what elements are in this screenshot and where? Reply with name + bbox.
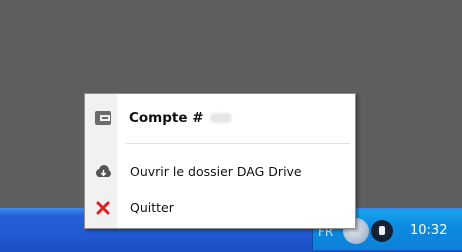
open-folder-label: Ouvrir le dossier DAG Drive <box>130 164 302 179</box>
quit-label: Quitter <box>130 200 174 215</box>
cloud-download-icon <box>94 163 112 181</box>
redacted-account-number <box>209 113 232 123</box>
menu-item-quit[interactable]: Quitter <box>85 196 355 220</box>
account-icon <box>94 109 112 127</box>
taskbar-clock[interactable]: 10:32 <box>410 223 447 238</box>
menu-separator <box>125 143 350 144</box>
close-icon <box>94 199 112 217</box>
menu-item-account[interactable]: Compte # <box>85 106 355 130</box>
account-label: Compte # <box>129 110 232 126</box>
menu-item-open-folder[interactable]: Ouvrir le dossier DAG Drive <box>85 160 355 184</box>
context-menu: Compte # Ouvrir le dossier DAG Drive Qui… <box>84 93 356 229</box>
tray-app-icon[interactable] <box>371 220 393 242</box>
